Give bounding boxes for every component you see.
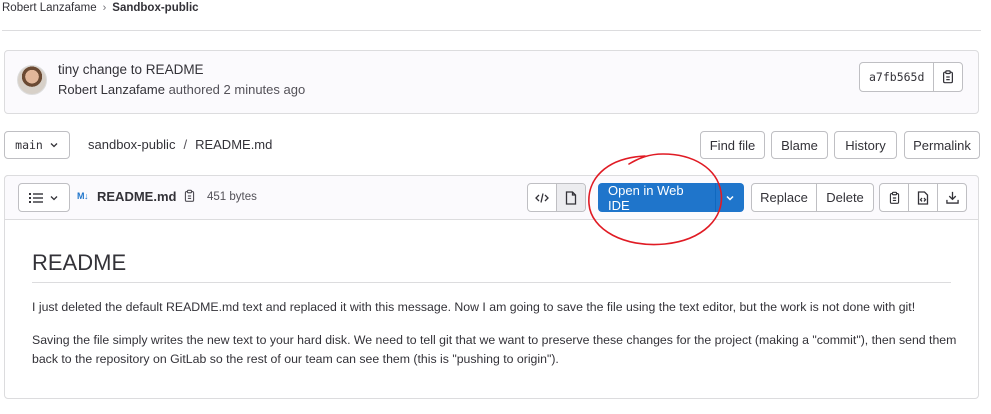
breadcrumb-divider: [2, 30, 981, 31]
branch-selector[interactable]: main: [4, 131, 70, 159]
file-size: 451 bytes: [207, 191, 257, 203]
readme-paragraph: Saving the file simply writes the new te…: [32, 333, 957, 366]
display-rendered-button[interactable]: [556, 184, 585, 211]
path-separator: /: [183, 137, 188, 152]
copy-contents-button[interactable]: [880, 184, 908, 211]
doc-code-icon: [917, 190, 929, 205]
clipboard-icon: [943, 70, 954, 84]
clipboard-icon: [184, 189, 195, 202]
permalink-button[interactable]: Permalink: [904, 131, 980, 159]
file-actions-group: [879, 183, 967, 212]
commit-sha-label[interactable]: a7fb565d: [860, 63, 935, 91]
table-of-contents-button[interactable]: [18, 183, 70, 212]
file-path-breadcrumb: sandbox-public / README.md: [88, 137, 272, 152]
breadcrumb-project-link[interactable]: Sandbox-public: [112, 2, 198, 14]
clipboard-icon: [889, 191, 899, 204]
copy-sha-button[interactable]: [934, 63, 962, 91]
chevron-right-icon: ›: [102, 2, 107, 14]
chevron-down-icon: [50, 143, 58, 148]
replace-delete-group: Replace Delete: [751, 183, 874, 212]
display-source-button[interactable]: [528, 184, 556, 211]
open-raw-button[interactable]: [908, 184, 937, 211]
code-icon: [535, 192, 549, 203]
download-icon: [945, 191, 959, 204]
breadcrumb-owner-link[interactable]: Robert Lanzafame: [2, 2, 97, 14]
breadcrumb: Robert Lanzafame › Sandbox-public: [2, 2, 199, 14]
document-icon: [565, 190, 577, 205]
heading-rule: [32, 282, 951, 283]
commit-meta: Robert Lanzafame authored 2 minutes ago: [58, 82, 305, 97]
delete-button[interactable]: Delete: [816, 184, 873, 211]
commit-sha-group: a7fb565d: [859, 62, 964, 92]
commit-author-link[interactable]: Robert Lanzafame: [58, 82, 165, 97]
readme-heading: README: [32, 250, 127, 275]
list-bulleted-icon: [29, 192, 43, 203]
file-name: README.md: [97, 189, 177, 204]
chevron-down-icon: [50, 195, 58, 200]
replace-button[interactable]: Replace: [752, 184, 816, 211]
history-button[interactable]: History: [834, 131, 897, 159]
copy-file-path-button[interactable]: [183, 189, 196, 208]
commit-time: 2 minutes ago: [223, 82, 306, 97]
path-file-link[interactable]: README.md: [195, 137, 272, 152]
commit-action: authored: [168, 82, 220, 97]
path-root-link[interactable]: sandbox-public: [88, 137, 175, 152]
commit-title-link[interactable]: tiny change to README: [58, 62, 204, 77]
markdown-icon: M↓: [77, 191, 89, 201]
download-button[interactable]: [937, 184, 966, 211]
author-avatar[interactable]: [17, 65, 47, 95]
readme-paragraph: I just deleted the default README.md tex…: [32, 300, 916, 314]
branch-name: main: [15, 138, 43, 152]
blame-button[interactable]: Blame: [771, 131, 828, 159]
view-toggle-group: [527, 183, 586, 212]
annotation-circle: [588, 153, 723, 246]
